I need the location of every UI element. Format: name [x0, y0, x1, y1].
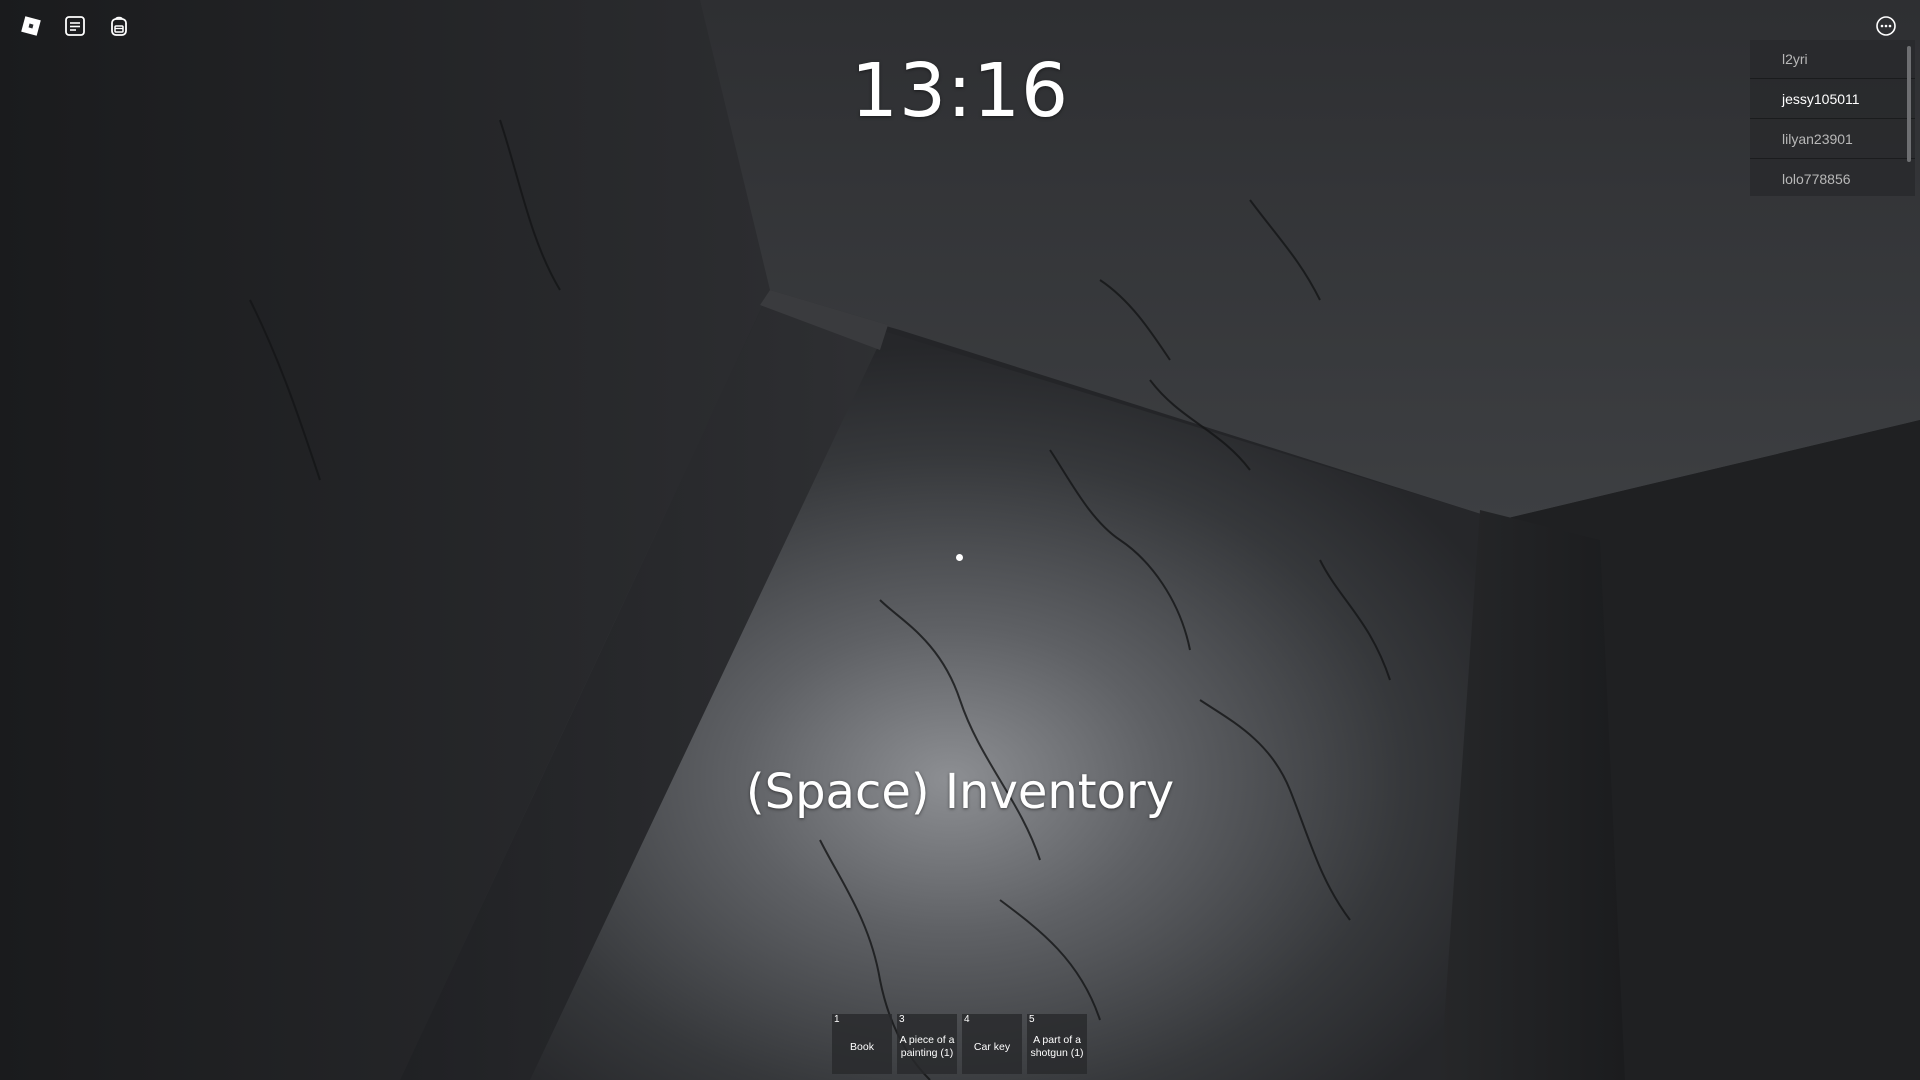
game-clock: 13:16	[850, 48, 1070, 134]
more-options-icon	[1874, 14, 1898, 38]
player-name: lilyan23901	[1782, 131, 1853, 147]
slot-label: Book	[850, 1040, 874, 1053]
player-row[interactable]: l2yri	[1750, 40, 1915, 79]
player-name: lolo778856	[1782, 171, 1851, 187]
player-name: jessy105011	[1782, 91, 1860, 107]
hotbar-slot-book[interactable]: 1 Book	[832, 1014, 892, 1074]
hotbar: 1 Book 3 A piece of a painting (1) 4 Car…	[832, 1014, 1090, 1074]
game-scene	[0, 0, 1920, 1080]
hotbar-slot-shotgun-part[interactable]: 5 A part of a shotgun (1)	[1027, 1014, 1087, 1074]
game-viewport[interactable]: 13:16 (Space) Inventory l2yri jessy10501…	[0, 0, 1920, 1080]
player-list[interactable]: l2yri jessy105011 lilyan23901 lolo778856	[1750, 40, 1915, 196]
player-row-local[interactable]: jessy105011	[1750, 80, 1915, 119]
roblox-menu-button[interactable]	[11, 6, 51, 46]
player-row[interactable]: lolo778856	[1750, 160, 1915, 196]
player-row[interactable]: lilyan23901	[1750, 120, 1915, 159]
hotbar-slot-painting[interactable]: 3 A piece of a painting (1)	[897, 1014, 957, 1074]
backpack-button[interactable]	[99, 6, 139, 46]
slot-label: A piece of a painting (1)	[899, 1034, 955, 1059]
player-name: l2yri	[1782, 51, 1808, 67]
slot-label: A part of a shotgun (1)	[1030, 1034, 1084, 1059]
crosshair-dot	[956, 554, 963, 561]
chat-icon	[63, 14, 87, 38]
chat-button[interactable]	[55, 6, 95, 46]
backpack-icon	[107, 14, 131, 38]
inventory-hint: (Space) Inventory	[745, 764, 1175, 820]
roblox-logo-icon	[19, 14, 43, 38]
hotbar-slot-car-key[interactable]: 4 Car key	[962, 1014, 1022, 1074]
slot-label: Car key	[973, 1040, 1011, 1053]
player-list-scrollbar[interactable]	[1907, 46, 1911, 162]
